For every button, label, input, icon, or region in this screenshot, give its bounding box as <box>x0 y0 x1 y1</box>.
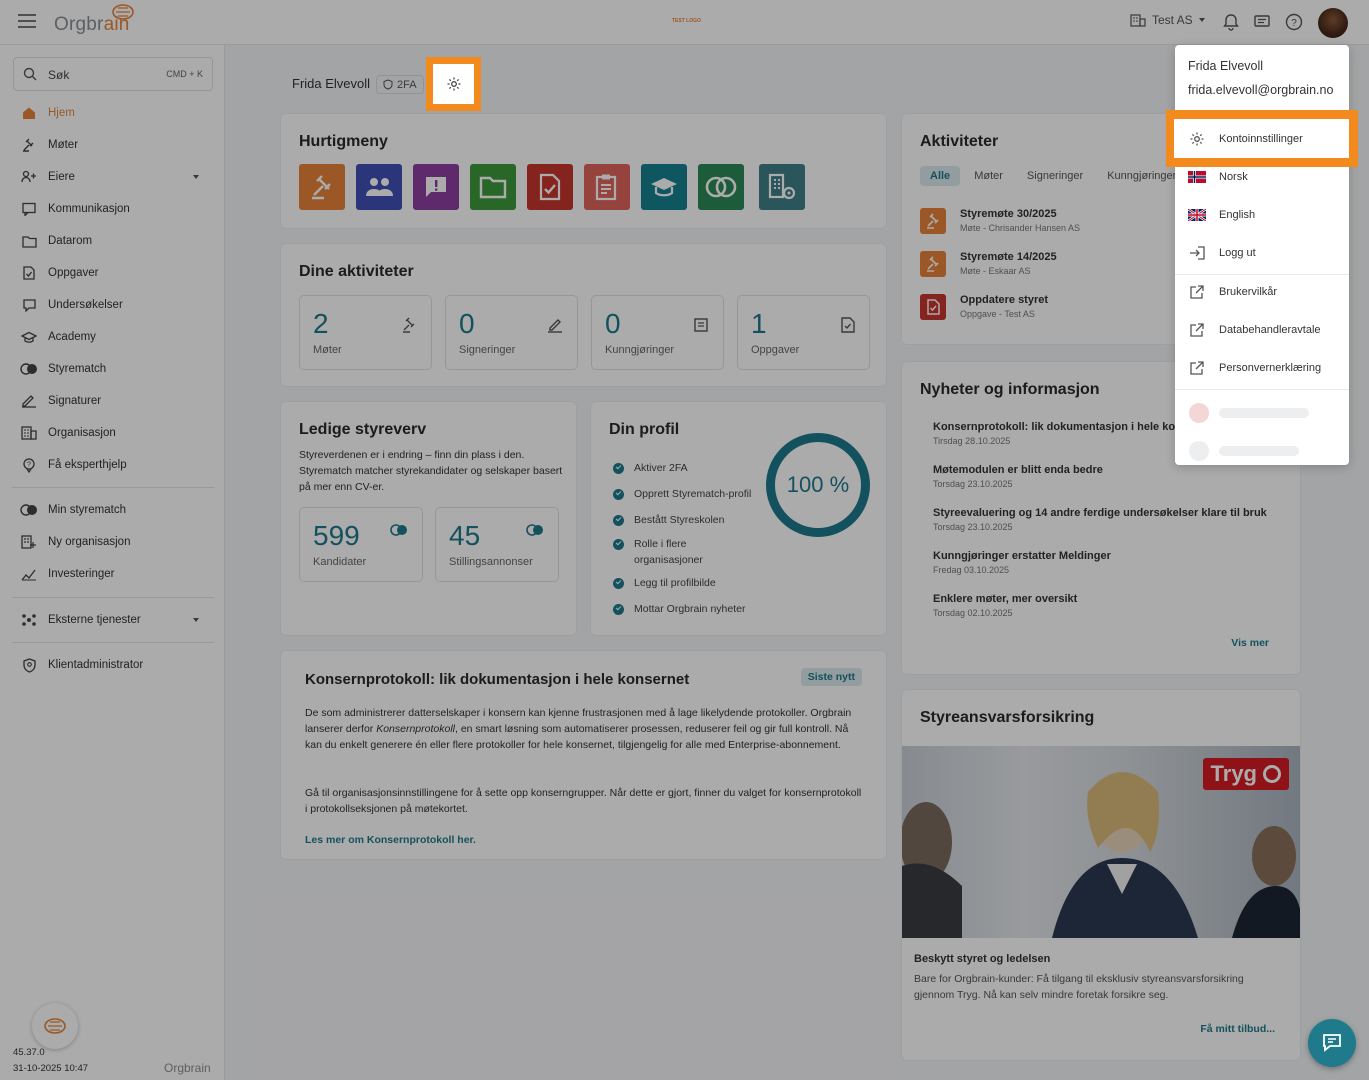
external-link-icon <box>1188 323 1206 337</box>
account-email: frida.elvevoll@orgbrain.no <box>1188 83 1334 97</box>
modal-overlay[interactable] <box>0 0 1369 1080</box>
uk-flag-icon <box>1188 208 1206 222</box>
blurred-item-icon <box>1189 403 1209 423</box>
divider <box>1175 389 1349 390</box>
chat-bubble-icon <box>1323 1034 1341 1052</box>
external-link-icon <box>1188 285 1206 299</box>
settings-button[interactable] <box>433 64 474 104</box>
chat-support-button[interactable] <box>1308 1019 1356 1067</box>
norway-flag-icon <box>1188 170 1206 184</box>
menu-item-english[interactable]: English <box>1175 197 1349 233</box>
menu-item-terms[interactable]: Brukervilkår <box>1175 274 1349 310</box>
blurred-item <box>1219 446 1299 456</box>
external-link-icon <box>1188 361 1206 375</box>
blurred-item <box>1219 408 1309 418</box>
menu-item-logout[interactable]: Logg ut <box>1175 235 1349 271</box>
logout-icon <box>1188 246 1206 260</box>
blurred-item-icon <box>1189 441 1209 461</box>
account-name: Frida Elvevoll <box>1188 59 1264 73</box>
menu-item-dpa[interactable]: Databehandleravtale <box>1175 312 1349 348</box>
gear-icon <box>1190 132 1204 145</box>
gear-icon <box>447 77 460 91</box>
menu-item-privacy[interactable]: Personvernerklæring <box>1175 350 1349 386</box>
account-menu: Frida Elvevoll frida.elvevoll@orgbrain.n… <box>1175 45 1349 465</box>
menu-item-account-settings[interactable]: Kontoinnstillinger <box>1174 119 1349 158</box>
